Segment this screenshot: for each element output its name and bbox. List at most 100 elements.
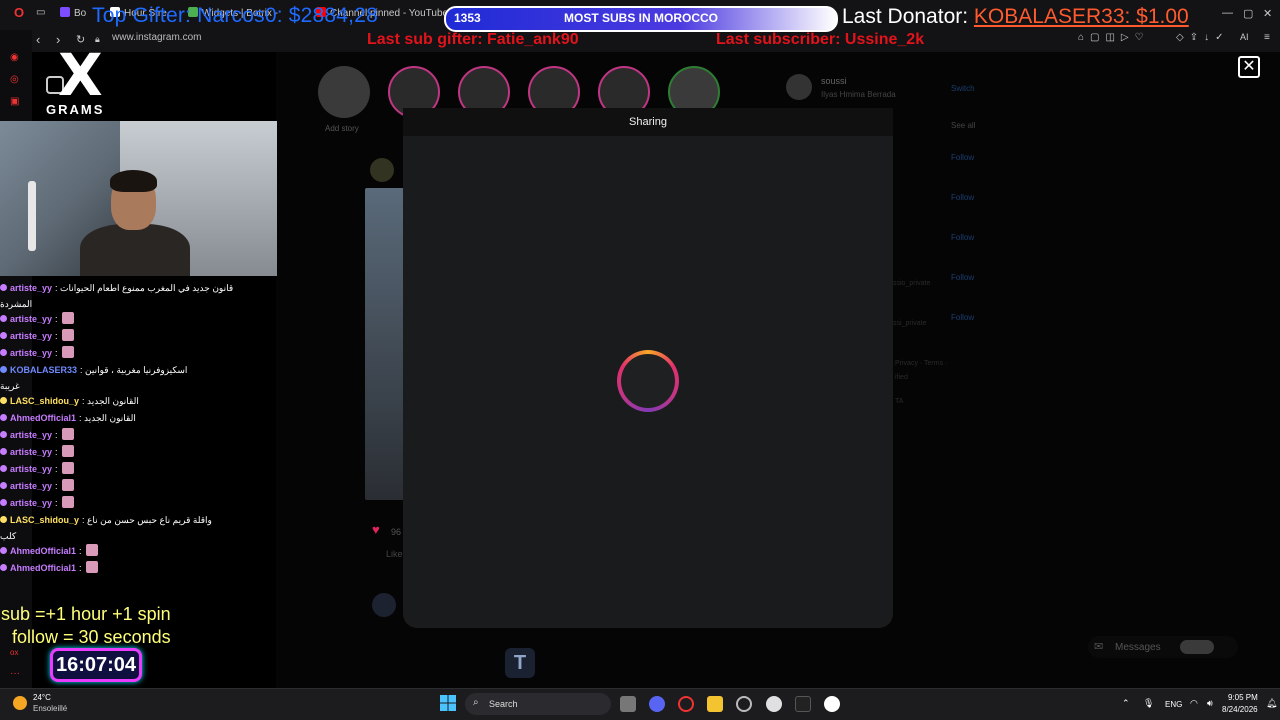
profile-handle[interactable]: soussi — [821, 76, 847, 86]
media-player-icon[interactable] — [824, 696, 840, 712]
webcam-light — [28, 181, 36, 251]
tray-chevron-icon[interactable]: ⌃ — [1122, 698, 1130, 709]
clock-time[interactable]: 9:05 PM — [1228, 693, 1258, 702]
weather-desc[interactable]: Ensoleillé — [33, 704, 67, 713]
obs-icon[interactable] — [766, 696, 782, 712]
chat-message: artiste_yy: — [0, 345, 240, 362]
terminal-icon[interactable] — [795, 696, 811, 712]
like-heart-icon[interactable]: ♥ — [372, 522, 380, 537]
weather-sun-icon[interactable] — [13, 696, 27, 710]
top-gifter-overlay: Top Gifter: Narcos0: $2884,28 — [92, 4, 378, 27]
extensions-icons[interactable]: ◇⇪↓✓ — [1176, 32, 1229, 43]
follow-button[interactable]: Follow — [951, 313, 974, 322]
profile-name: Ilyas Hmima Berrada — [821, 90, 896, 99]
follow-button[interactable]: Follow — [951, 153, 974, 162]
chat-username: artiste_yy — [10, 498, 53, 508]
chat-badge-icon — [0, 366, 7, 373]
follow-button[interactable]: Follow — [951, 233, 974, 242]
notifications-icon[interactable]: 🔔︎ — [1266, 698, 1277, 709]
clock-date[interactable]: 8/24/2026 — [1222, 705, 1258, 714]
own-story-avatar[interactable] — [318, 66, 370, 118]
profile-avatar[interactable] — [786, 74, 812, 100]
sidebar-opera-icon[interactable]: ◉ — [10, 52, 19, 63]
chat-message: artiste_yy: — [0, 427, 240, 444]
url-field[interactable]: www.instagram.com — [112, 32, 201, 43]
chat-message: artiste_yy: — [0, 311, 240, 328]
messages-bar[interactable] — [1088, 636, 1238, 658]
subs-goal-bar: 1353 MOST SUBS IN MOROCCO — [444, 6, 838, 32]
last-sub-gifter-overlay: Last sub gifter: Fatie_ank90 — [367, 31, 579, 48]
switch-link[interactable]: Switch — [951, 84, 975, 93]
chat-username: artiste_yy — [10, 283, 53, 293]
back-icon[interactable]: ‹ — [36, 32, 40, 47]
post-author-avatar[interactable] — [370, 158, 394, 182]
streamer-body — [80, 224, 190, 276]
chat-emote-icon — [85, 544, 98, 556]
opera-menu-icon[interactable]: O — [14, 5, 24, 20]
taskbar-search[interactable] — [465, 693, 611, 715]
wifi-icon[interactable]: ◠ — [1190, 698, 1198, 709]
maximize-icon[interactable]: ▢ — [1243, 7, 1253, 20]
chat-badge-icon — [0, 564, 7, 571]
chat-emote-icon — [61, 479, 74, 491]
sidebar-more-icon[interactable]: ox — [10, 648, 18, 657]
chat-message: AhmedOfficial1: — [0, 560, 240, 577]
chat-message: LASC_shidou_y: القانون الجديد — [0, 393, 240, 410]
follow-button[interactable]: Follow — [951, 193, 974, 202]
last-donator-value: KOBALASER33: $1.00 — [973, 5, 1189, 28]
see-all-link[interactable]: See all — [951, 121, 975, 130]
tab-overview-icon[interactable]: ▭ — [36, 7, 45, 18]
chat-text: : — [55, 331, 58, 341]
modal-close-button[interactable]: ✕ — [1238, 56, 1260, 78]
footer-links: Privacy · Terms · — [895, 360, 948, 367]
chat-text-continued: غريبة — [0, 381, 20, 391]
opera-icon[interactable] — [678, 696, 694, 712]
chat-badge-icon — [0, 397, 7, 404]
ai-button[interactable]: AI — [1240, 32, 1249, 42]
chat-text: : — [55, 464, 58, 474]
follow-button[interactable]: Follow — [951, 273, 974, 282]
discord-icon[interactable] — [649, 696, 665, 712]
chat-text: : — [79, 563, 82, 573]
browser-tab[interactable]: Bo — [60, 7, 86, 19]
close-window-icon[interactable]: ✕ — [1263, 7, 1272, 20]
microphone-icon[interactable]: 🎙︎ — [1143, 698, 1154, 709]
logo-mark: X — [58, 41, 103, 109]
weather-temp[interactable]: 24°C — [33, 693, 51, 702]
chat-message: artiste_yy: — [0, 461, 240, 478]
post-author-avatar[interactable] — [372, 593, 396, 617]
chat-badge-icon — [0, 547, 7, 554]
message-avatars — [1180, 640, 1214, 654]
feed-post-image[interactable] — [365, 188, 405, 500]
spinner-center — [621, 354, 675, 408]
chat-username: AhmedOfficial1 — [10, 546, 77, 556]
streamer-hair — [110, 170, 157, 192]
sidebar-whatsapp-icon[interactable]: ▣ — [10, 96, 19, 107]
address-bar: ‹ › ↻ 🔒︎ www.instagram.com ⌂▢◫▷♡ ◇⇪↓✓ AI… — [0, 30, 1280, 52]
footer-text: TA — [895, 398, 904, 405]
task-view-icon[interactable] — [620, 696, 636, 712]
settings-icon[interactable] — [736, 696, 752, 712]
add-story-label: Add story — [325, 124, 359, 133]
chat-username: artiste_yy — [10, 464, 53, 474]
chat-badge-icon — [0, 349, 7, 356]
file-explorer-icon[interactable] — [707, 696, 723, 712]
chat-message: artiste_yy: — [0, 444, 240, 461]
chat-message: KOBALASER33: اسكيزوفرنيا مغربية ، قوانين… — [0, 362, 240, 393]
sidebar-messenger-icon[interactable]: ◎ — [10, 74, 19, 85]
minimize-icon[interactable]: — — [1222, 7, 1233, 19]
windows-start-icon[interactable] — [440, 695, 456, 711]
chat-text: : — [55, 447, 58, 457]
chat-badge-icon — [0, 499, 7, 506]
chat-text: : — [55, 498, 58, 508]
volume-icon[interactable]: 🔊︎ — [1207, 698, 1213, 709]
sidebar-dots-icon[interactable]: ··· — [10, 668, 20, 679]
chat-badge-icon — [0, 332, 7, 339]
chat-username: artiste_yy — [10, 430, 53, 440]
last-subscriber-overlay: Last subscriber: Ussine_2k — [716, 31, 925, 48]
menu-icon[interactable]: ≡ — [1264, 32, 1270, 43]
subathon-timer: 16:07:04 — [50, 648, 142, 682]
language-indicator[interactable]: ENG — [1165, 700, 1182, 709]
chat-badge-icon — [0, 414, 7, 421]
toolbar-icons[interactable]: ⌂▢◫▷♡ — [1078, 32, 1150, 43]
